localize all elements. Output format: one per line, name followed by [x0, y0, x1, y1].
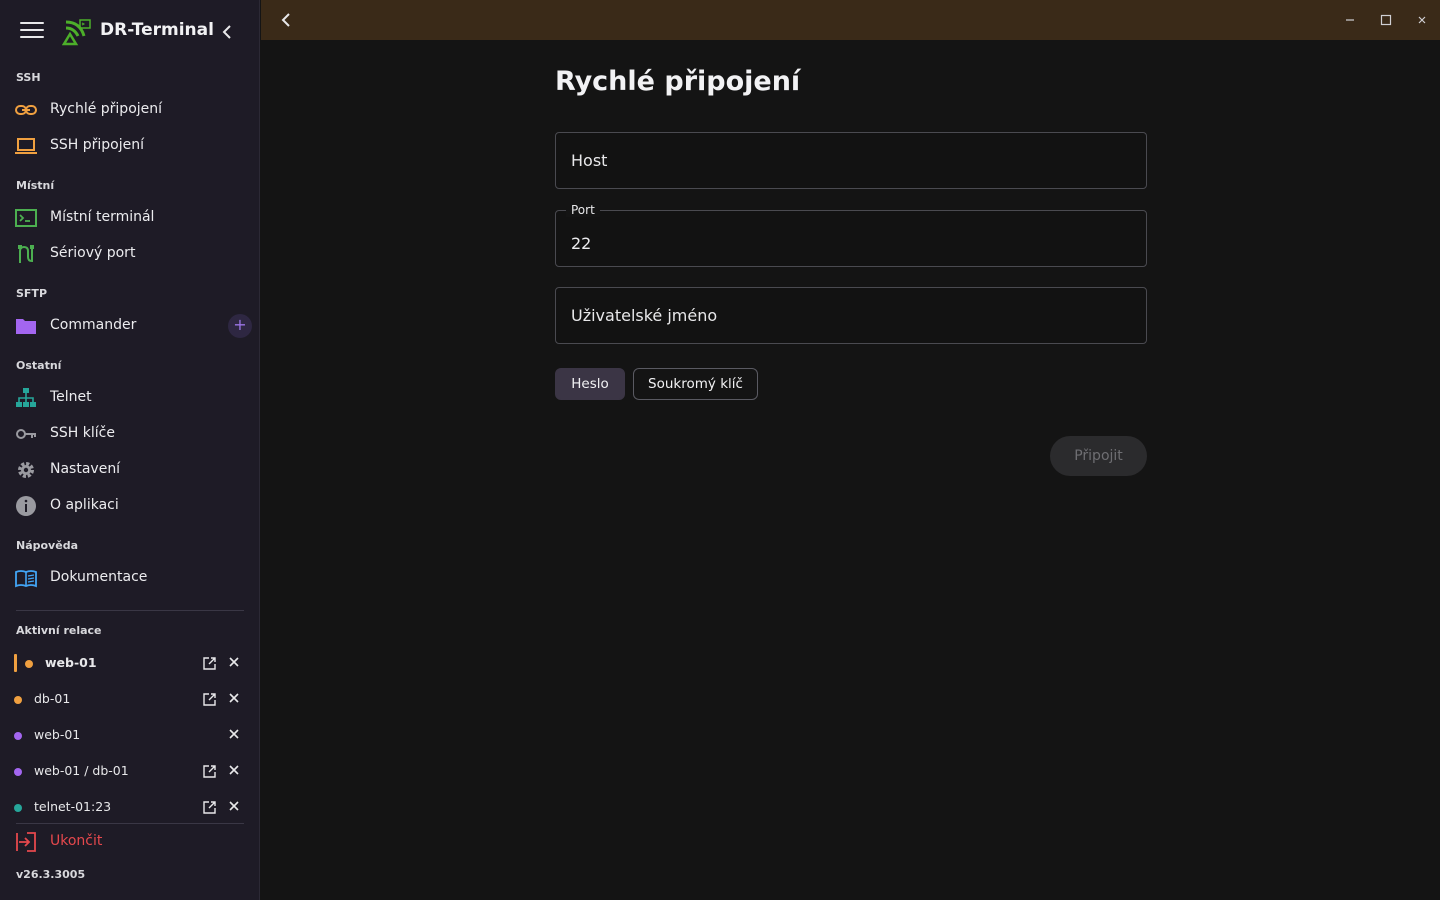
section-label-help: Nápověda	[16, 539, 78, 552]
title-bar	[261, 0, 1440, 40]
hamburger-menu-icon[interactable]	[20, 22, 44, 42]
pop-out-icon[interactable]	[203, 657, 216, 670]
auth-password-button[interactable]: Heslo	[555, 368, 625, 400]
app-title: DR-Terminal	[100, 20, 214, 40]
sidebar-item-label: O aplikaci	[50, 497, 119, 513]
app-logo-icon	[62, 19, 91, 46]
sidebar-item-settings[interactable]: Nastavení	[0, 452, 260, 488]
close-icon[interactable]	[228, 728, 240, 740]
sidebar-item-label: Rychlé připojení	[50, 101, 163, 117]
username-field[interactable]	[555, 287, 1147, 344]
session-name: telnet-01:23	[34, 799, 112, 814]
close-icon[interactable]	[228, 656, 240, 668]
quit-button[interactable]: Ukončit	[0, 824, 260, 860]
book-icon	[15, 570, 37, 588]
pop-out-icon[interactable]	[203, 693, 216, 706]
session-status-dot	[14, 732, 22, 740]
terminal-icon	[15, 209, 37, 227]
username-input[interactable]	[571, 288, 1131, 343]
chevron-left-icon[interactable]	[218, 22, 238, 42]
section-label-other: Ostatní	[16, 359, 62, 372]
active-session-indicator	[14, 654, 17, 672]
quit-label: Ukončit	[50, 833, 103, 849]
sidebar-item-label: Telnet	[50, 389, 92, 405]
host-field[interactable]	[555, 132, 1147, 189]
sidebar-item-label: Místní terminál	[50, 209, 155, 225]
port-field[interactable]: Port	[555, 203, 1147, 267]
network-tree-icon	[16, 388, 36, 407]
sidebar-item-label: Sériový port	[50, 245, 136, 261]
section-label-ssh: SSH	[16, 71, 41, 84]
minimize-icon[interactable]	[1342, 12, 1358, 28]
sidebar-item-ssh-connections[interactable]: SSH připojení	[0, 128, 260, 164]
port-label: Port	[566, 203, 600, 217]
close-window-icon[interactable]	[1414, 12, 1430, 28]
section-label-sftp: SFTP	[16, 287, 48, 300]
sidebar: DR-Terminal SSH Rychlé připojení SSH při…	[0, 0, 260, 900]
pop-out-icon[interactable]	[203, 765, 216, 778]
sidebar-item-label: Nastavení	[50, 461, 121, 477]
link-icon	[15, 105, 37, 115]
sidebar-item-local-terminal[interactable]: Místní terminál	[0, 200, 260, 236]
host-input[interactable]	[571, 133, 1131, 188]
auth-private-key-button[interactable]: Soukromý klíč	[633, 368, 758, 400]
info-icon	[16, 496, 36, 516]
session-item[interactable]: telnet-01:23	[0, 789, 260, 825]
sidebar-item-label: Dokumentace	[50, 569, 148, 585]
close-icon[interactable]	[228, 800, 240, 812]
back-arrow-icon[interactable]	[279, 12, 295, 28]
sidebar-item-label: Commander	[50, 317, 137, 333]
session-status-dot	[14, 768, 22, 776]
session-status-dot	[14, 696, 22, 704]
pop-out-icon[interactable]	[203, 801, 216, 814]
sidebar-item-about[interactable]: O aplikaci	[0, 488, 260, 524]
session-name: db-01	[34, 691, 71, 706]
add-commander-button[interactable]: +	[228, 314, 252, 338]
session-status-dot	[14, 804, 22, 812]
session-status-dot	[25, 660, 33, 668]
sidebar-item-label: SSH připojení	[50, 137, 145, 153]
close-icon[interactable]	[228, 764, 240, 776]
section-label-local: Místní	[16, 179, 55, 192]
sidebar-divider	[16, 610, 244, 611]
page-title: Rychlé připojení	[555, 66, 801, 97]
laptop-icon	[15, 138, 37, 154]
key-icon	[16, 429, 36, 439]
session-item[interactable]: web-01	[0, 717, 260, 753]
section-label-sessions: Aktivní relace	[16, 624, 102, 637]
session-name: web-01	[34, 727, 81, 742]
session-item[interactable]: web-01 / db-01	[0, 753, 260, 789]
sidebar-item-telnet[interactable]: Telnet	[0, 380, 260, 416]
session-item[interactable]: db-01	[0, 681, 260, 717]
session-item[interactable]: web-01	[0, 645, 260, 681]
sidebar-item-documentation[interactable]: Dokumentace	[0, 560, 260, 596]
session-name: web-01 / db-01	[34, 763, 129, 778]
sidebar-item-quick-connect[interactable]: Rychlé připojení	[0, 92, 260, 128]
maximize-icon[interactable]	[1378, 12, 1394, 28]
app-version: v26.3.3005	[16, 868, 86, 881]
exit-icon	[16, 832, 36, 852]
close-icon[interactable]	[228, 692, 240, 704]
sidebar-item-ssh-keys[interactable]: SSH klíče	[0, 416, 260, 452]
sidebar-item-commander[interactable]: Commander +	[0, 308, 260, 344]
port-input[interactable]	[571, 221, 1131, 266]
sidebar-item-serial-port[interactable]: Sériový port	[0, 236, 260, 272]
serial-cable-icon	[18, 245, 34, 263]
sidebar-item-label: SSH klíče	[50, 425, 115, 441]
session-name: web-01	[45, 655, 97, 670]
brand-header: DR-Terminal	[0, 0, 260, 64]
folder-icon	[16, 319, 36, 334]
connect-button[interactable]: Připojit	[1050, 436, 1147, 476]
gear-icon	[18, 462, 34, 478]
